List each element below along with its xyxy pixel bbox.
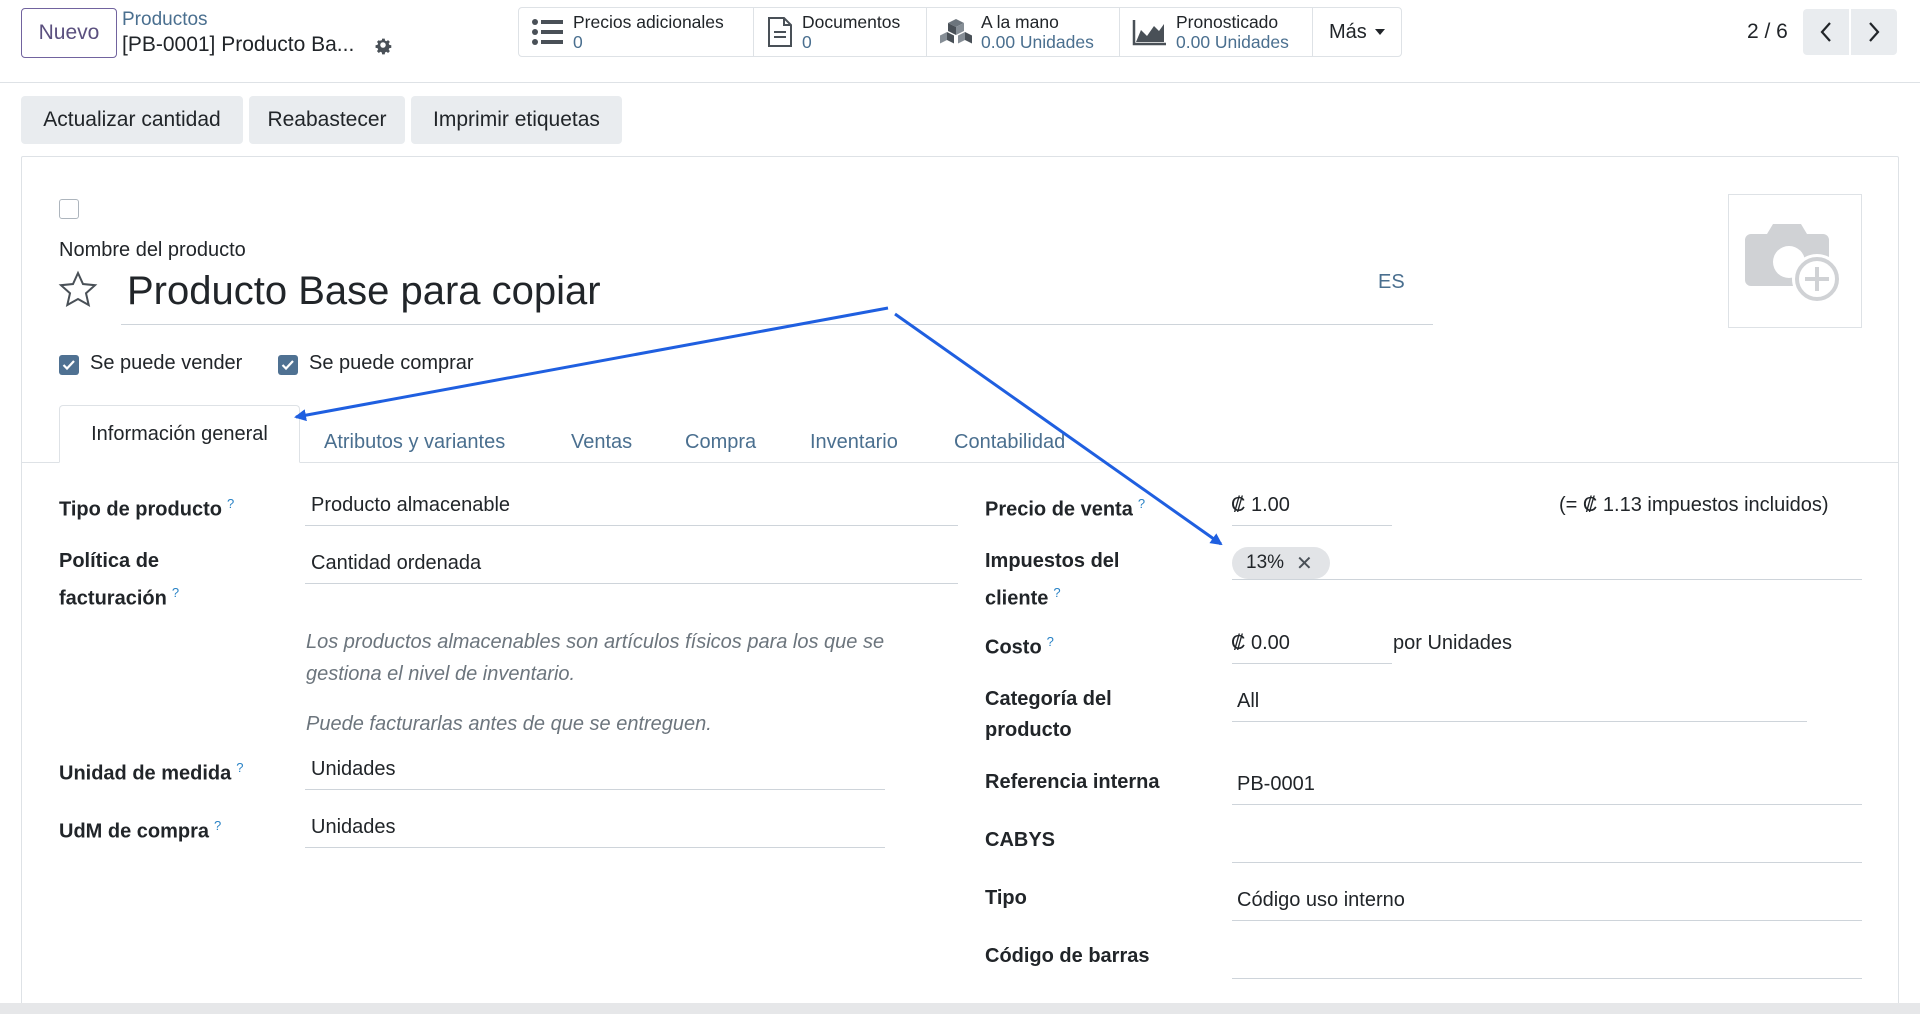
sale-price-taxed: (= ₡ 1.13 impuestos incluidos) bbox=[1559, 494, 1829, 516]
gear-icon[interactable] bbox=[372, 34, 394, 56]
control-panel: Nuevo Productos [PB-0001] Producto Ba...… bbox=[0, 0, 1920, 83]
internal-ref-input[interactable]: PB-0001 bbox=[1237, 773, 1315, 796]
uom-label: Unidad de medida? bbox=[59, 760, 244, 785]
record-title: [PB-0001] Producto Ba... bbox=[122, 33, 355, 56]
smart-button-on-hand[interactable]: A la mano 0.00 Unidades bbox=[927, 8, 1120, 56]
print-labels-button[interactable]: Imprimir etiquetas bbox=[411, 96, 622, 144]
smart-button-documents[interactable]: Documentos 0 bbox=[754, 8, 927, 56]
pager-value[interactable]: 2 / 6 bbox=[1747, 20, 1788, 44]
smart-button-label: Precios adicionales bbox=[573, 12, 724, 32]
can-sell-label: Se puede vender bbox=[90, 352, 243, 374]
smart-button-forecasted[interactable]: Pronosticado 0.00 Unidades bbox=[1120, 8, 1313, 56]
pager-next-button[interactable] bbox=[1851, 9, 1897, 55]
product-type-select[interactable]: Producto almacenable bbox=[311, 494, 510, 517]
smart-button-label: Pronosticado bbox=[1176, 12, 1279, 32]
customer-taxes-label: Impuestos del cliente? bbox=[985, 550, 1120, 610]
check-icon bbox=[62, 360, 75, 371]
help-icon[interactable]: ? bbox=[214, 818, 221, 833]
camera-add-icon bbox=[1745, 224, 1842, 304]
uom-select[interactable]: Unidades bbox=[311, 758, 396, 781]
tab-purchase[interactable]: Compra bbox=[685, 422, 756, 463]
star-icon[interactable] bbox=[58, 270, 98, 310]
help-icon[interactable]: ? bbox=[1138, 496, 1145, 511]
chevron-right-icon bbox=[1869, 22, 1880, 42]
smart-button-value: 0 bbox=[573, 32, 583, 52]
smart-button-value: 0 bbox=[802, 32, 812, 52]
form-sheet: Nombre del producto Producto Base para c… bbox=[21, 156, 1899, 1014]
purchase-uom-select[interactable]: Unidades bbox=[311, 816, 396, 839]
cabys-label: CABYS bbox=[985, 829, 1056, 851]
smart-button-value: 0.00 Unidades bbox=[1176, 32, 1289, 52]
product-type-hint: Los productos almacenables son artículos… bbox=[306, 631, 885, 685]
invoice-policy-select[interactable]: Cantidad ordenada bbox=[311, 552, 481, 575]
internal-ref-label: Referencia interna bbox=[985, 771, 1160, 793]
tab-sales[interactable]: Ventas bbox=[571, 422, 632, 463]
more-dropdown[interactable]: Más bbox=[1313, 8, 1401, 56]
code-type-select[interactable]: Código uso interno bbox=[1237, 889, 1405, 912]
caret-down-icon bbox=[1374, 29, 1385, 35]
can-buy-checkbox[interactable] bbox=[278, 355, 298, 375]
cabys-input[interactable] bbox=[1232, 825, 1862, 861]
more-label: Más bbox=[1329, 20, 1367, 43]
help-icon[interactable]: ? bbox=[1047, 634, 1054, 649]
smart-button-extra-prices[interactable]: Precios adicionales 0 bbox=[519, 8, 754, 56]
update-quantity-button[interactable]: Actualizar cantidad bbox=[21, 96, 243, 144]
new-button[interactable]: Nuevo bbox=[21, 8, 117, 58]
help-icon[interactable]: ? bbox=[172, 585, 179, 600]
can-buy-label: Se puede comprar bbox=[309, 352, 474, 374]
breadcrumb-products[interactable]: Productos bbox=[122, 9, 208, 31]
sale-price-label: Precio de venta? bbox=[985, 496, 1146, 521]
chevron-left-icon bbox=[1820, 22, 1831, 42]
horizontal-scrollbar[interactable] bbox=[0, 1003, 1920, 1014]
cost-input[interactable]: ₡ 0.00 bbox=[1231, 632, 1290, 655]
product-name-label: Nombre del producto bbox=[59, 239, 246, 261]
invoice-policy-hint: Puede facturarlas antes de que se entreg… bbox=[306, 713, 712, 735]
area-chart-icon bbox=[1132, 20, 1166, 46]
category-select[interactable]: All bbox=[1237, 690, 1259, 713]
tab-inventory[interactable]: Inventario bbox=[810, 422, 898, 463]
category-label: Categoría del producto bbox=[985, 688, 1112, 741]
code-type-label: Tipo bbox=[985, 887, 1027, 909]
tax-tag-label: 13% bbox=[1246, 552, 1285, 573]
help-icon[interactable]: ? bbox=[236, 760, 243, 775]
smart-button-label: Documentos bbox=[802, 12, 901, 32]
tab-general-information[interactable]: Información general bbox=[59, 405, 300, 463]
tab-accounting[interactable]: Contabilidad bbox=[954, 422, 1065, 463]
smart-buttons: Precios adicionales 0 Documentos 0 A la ma… bbox=[518, 7, 1402, 57]
invoice-policy-label: Política de facturación? bbox=[59, 550, 180, 610]
help-icon[interactable]: ? bbox=[1053, 585, 1060, 600]
can-sell-checkbox[interactable] bbox=[59, 355, 79, 375]
barcode-input[interactable] bbox=[1232, 941, 1862, 977]
document-icon bbox=[768, 17, 792, 47]
tab-attributes-variants[interactable]: Atributos y variantes bbox=[324, 422, 505, 463]
cost-unit: por Unidades bbox=[1393, 632, 1512, 654]
replenish-button[interactable]: Reabastecer bbox=[249, 96, 405, 144]
check-icon bbox=[281, 360, 294, 371]
barcode-label: Código de barras bbox=[985, 945, 1150, 967]
product-name-input[interactable]: Producto Base para copiar bbox=[127, 269, 601, 314]
list-icon bbox=[532, 19, 563, 45]
language-button[interactable]: ES bbox=[1378, 271, 1405, 294]
cost-label: Costo? bbox=[985, 634, 1054, 659]
sale-price-input[interactable]: ₡ 1.00 bbox=[1231, 494, 1290, 517]
pager-previous-button[interactable] bbox=[1803, 9, 1849, 55]
close-icon[interactable]: ✕ bbox=[1296, 551, 1313, 576]
purchase-uom-label: UdM de compra? bbox=[59, 818, 222, 843]
cubes-icon bbox=[940, 19, 972, 44]
smart-button-value: 0.00 Unidades bbox=[981, 32, 1094, 52]
product-image-upload[interactable] bbox=[1728, 194, 1862, 328]
product-type-label: Tipo de producto? bbox=[59, 496, 235, 521]
smart-button-label: A la mano bbox=[981, 12, 1059, 32]
favorite-checkbox[interactable] bbox=[59, 199, 79, 219]
tax-tag: 13% ✕ bbox=[1232, 547, 1330, 579]
help-icon[interactable]: ? bbox=[227, 496, 234, 511]
